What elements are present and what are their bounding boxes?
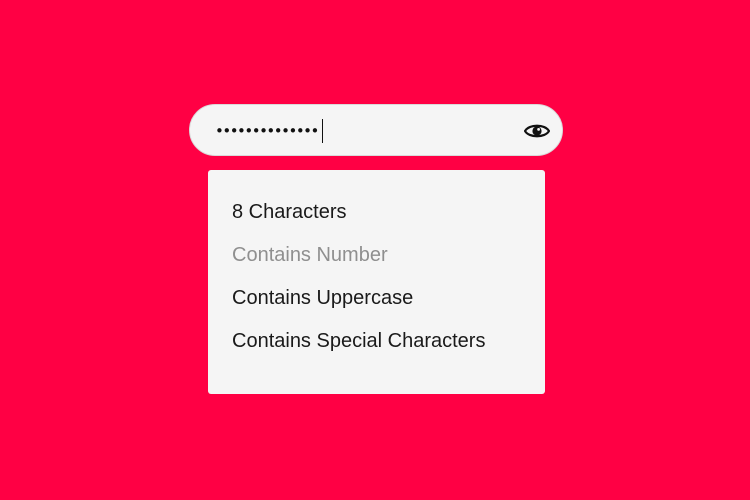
- page: { "colors": { "background": "#ff0044", "…: [0, 0, 750, 500]
- eye-icon[interactable]: [524, 122, 550, 140]
- requirement-contains-special-characters: Contains Special Characters: [232, 330, 486, 352]
- password-value-wrapper[interactable]: ••••••••••••••: [215, 117, 323, 145]
- requirement-8-characters: 8 Characters: [232, 201, 347, 223]
- password-requirements-panel: 8 Characters Contains Number Contains Up…: [208, 170, 545, 394]
- text-cursor: [321, 119, 323, 143]
- requirement-contains-uppercase: Contains Uppercase: [232, 287, 414, 309]
- password-masked-value[interactable]: ••••••••••••••: [215, 117, 319, 145]
- requirement-contains-number: Contains Number: [232, 244, 388, 266]
- password-input[interactable]: ••••••••••••••: [189, 104, 563, 156]
- show-password-toggle[interactable]: [523, 119, 551, 143]
